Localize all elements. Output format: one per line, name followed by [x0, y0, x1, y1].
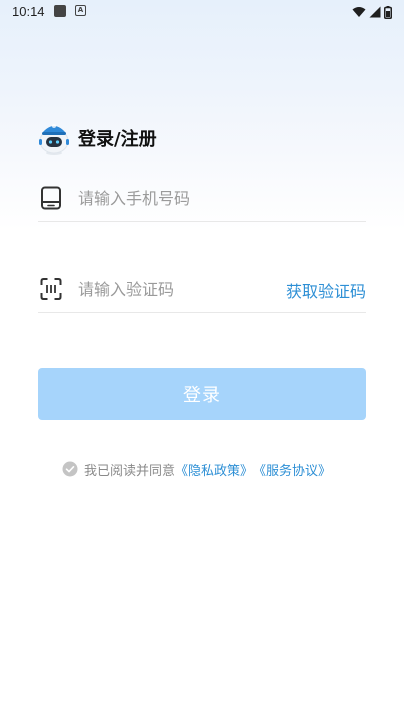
page-title: 登录/注册 [78, 129, 157, 150]
service-agreement-link[interactable]: 《服务协议》 [253, 460, 331, 479]
battery-icon [384, 5, 392, 19]
get-code-button[interactable]: 获取验证码 [286, 278, 366, 302]
page-header: 登录/注册 [38, 118, 157, 158]
status-time: 10:14 [12, 4, 45, 19]
check-circle-icon[interactable] [62, 461, 78, 477]
code-field: 获取验证码 [38, 267, 366, 313]
wifi-icon [352, 7, 366, 17]
phone-input[interactable] [78, 184, 278, 212]
agreement-row: 我已阅读并同意 《隐私政策》 《服务协议》 [62, 459, 331, 479]
privacy-policy-link[interactable]: 《隐私政策》 [175, 460, 253, 479]
scan-code-icon [40, 278, 62, 300]
notification-a-icon: A [75, 5, 86, 16]
login-button[interactable]: 登录 [38, 368, 366, 420]
status-bar: 10:14 A [0, 0, 404, 24]
signal-icon [369, 6, 381, 18]
agreement-text: 我已阅读并同意 [84, 463, 176, 479]
phone-icon [41, 186, 61, 210]
notification-icon [54, 5, 66, 17]
phone-field [38, 176, 366, 222]
status-icons [352, 4, 392, 20]
code-input[interactable] [78, 275, 278, 303]
robot-mascot-icon [39, 124, 69, 155]
